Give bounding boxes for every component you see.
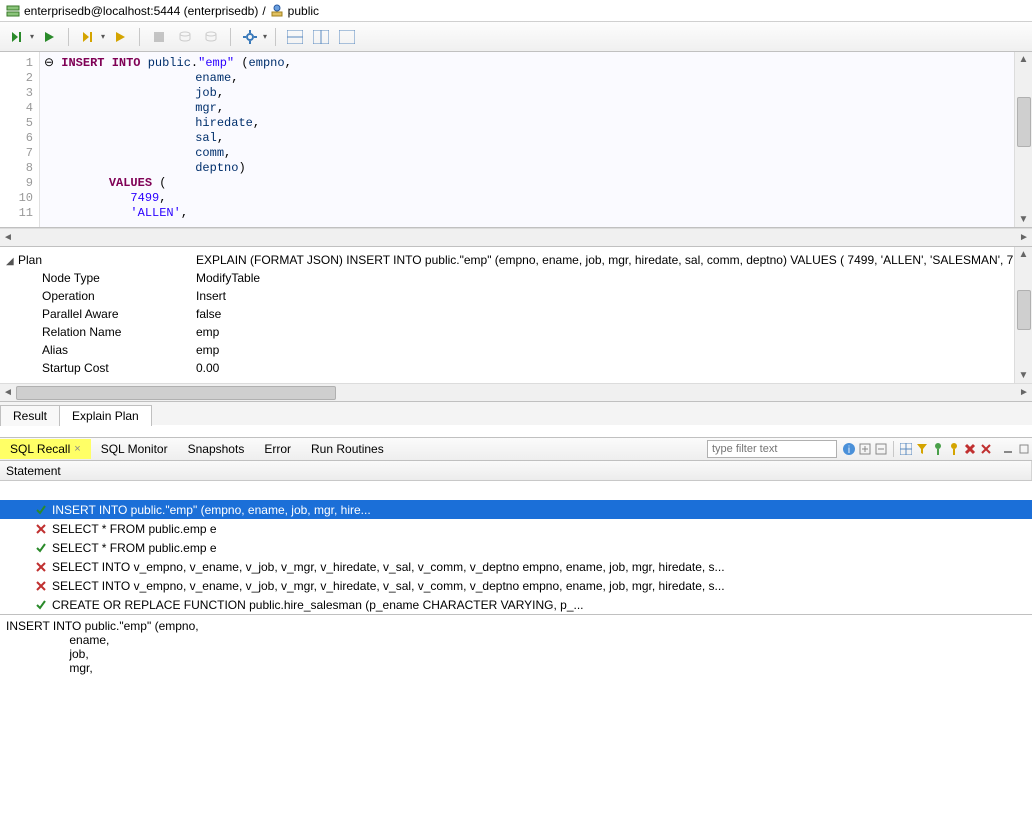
tab-explain-plan[interactable]: Explain Plan xyxy=(59,405,152,426)
scroll-thumb[interactable] xyxy=(16,386,336,400)
layout-horizontal-button[interactable] xyxy=(284,26,306,48)
commit-button[interactable] xyxy=(174,26,196,48)
layout-vertical-button[interactable] xyxy=(310,26,332,48)
separator xyxy=(68,28,69,46)
recall-row[interactable]: SELECT INTO v_empno, v_ename, v_job, v_m… xyxy=(0,576,1032,595)
execute-button[interactable] xyxy=(38,26,60,48)
statement-text: SELECT * FROM public.emp e xyxy=(52,522,217,536)
vertical-scrollbar[interactable]: ▲ ▼ xyxy=(1014,52,1032,227)
schema-icon xyxy=(270,4,284,18)
options-button[interactable] xyxy=(239,26,261,48)
recall-row[interactable]: SELECT * FROM public.emp epublicApr 30, … xyxy=(0,538,1032,557)
error-icon xyxy=(34,522,48,536)
statement-preview: INSERT INTO public."emp" (empno, ename, … xyxy=(0,614,1032,690)
statement-text: INSERT INTO public."emp" (empno, ename, … xyxy=(52,503,371,517)
recall-row[interactable]: CREATE OR REPLACE FUNCTION public.hire_s… xyxy=(0,595,1032,614)
recall-rows[interactable]: ◢enterprisedb@localhost:5444 (enterprise… xyxy=(0,481,1032,614)
success-icon xyxy=(34,503,48,517)
sql-toolbar: ▾ ▾ ▾ xyxy=(0,22,1032,52)
success-icon xyxy=(34,541,48,555)
statement-text: CREATE OR REPLACE FUNCTION public.hire_s… xyxy=(52,598,584,612)
dropdown-icon[interactable]: ▾ xyxy=(263,32,267,41)
recall-root-row[interactable]: ◢enterprisedb@localhost:5444 (enterprise… xyxy=(0,481,1032,500)
dropdown-icon[interactable]: ▾ xyxy=(30,32,34,41)
tab-result[interactable]: Result xyxy=(0,405,60,426)
step-into-button[interactable] xyxy=(109,26,131,48)
separator xyxy=(139,28,140,46)
dropdown-icon[interactable]: ▾ xyxy=(101,32,105,41)
horizontal-scrollbar[interactable]: ◄ ► xyxy=(0,383,1032,401)
line-number-gutter: 1234567891011 xyxy=(0,52,40,227)
error-icon xyxy=(34,560,48,574)
recall-row[interactable]: SELECT * FROM public.emp epublicMay 14, … xyxy=(0,519,1032,538)
statement-text: SELECT INTO v_empno, v_ename, v_job, v_m… xyxy=(52,560,725,574)
step-over-button[interactable] xyxy=(77,26,99,48)
sql-editor[interactable]: 1234567891011 ⊖ INSERT INTO public."emp"… xyxy=(0,52,1032,228)
layout-single-button[interactable] xyxy=(336,26,358,48)
stop-button[interactable] xyxy=(148,26,170,48)
rollback-button[interactable] xyxy=(200,26,222,48)
statement-text: SELECT INTO v_empno, v_ename, v_job, v_m… xyxy=(52,579,725,593)
recall-row[interactable]: SELECT INTO v_empno, v_ename, v_job, v_m… xyxy=(0,557,1032,576)
separator xyxy=(230,28,231,46)
statement-text: SELECT * FROM public.emp e xyxy=(52,541,217,555)
code-area[interactable]: ⊖ INSERT INTO public."emp" (empno, ename… xyxy=(40,52,1014,227)
error-icon xyxy=(34,579,48,593)
sql-recall-view: Statement Schema Date▽ Count ◢enterprise… xyxy=(0,461,1032,698)
breadcrumb-sep: / xyxy=(262,4,265,18)
recall-row[interactable]: INSERT INTO public."emp" (empno, ename, … xyxy=(0,500,1032,519)
breadcrumb: enterprisedb@localhost:5444 (enterprised… xyxy=(0,0,1032,22)
scroll-thumb[interactable] xyxy=(1017,97,1031,147)
breadcrumb-connection[interactable]: enterprisedb@localhost:5444 (enterprised… xyxy=(24,4,258,18)
server-icon xyxy=(6,4,20,18)
success-icon xyxy=(34,598,48,612)
execute-all-button[interactable] xyxy=(6,26,28,48)
breadcrumb-schema[interactable]: public xyxy=(288,4,319,18)
separator xyxy=(275,28,276,46)
